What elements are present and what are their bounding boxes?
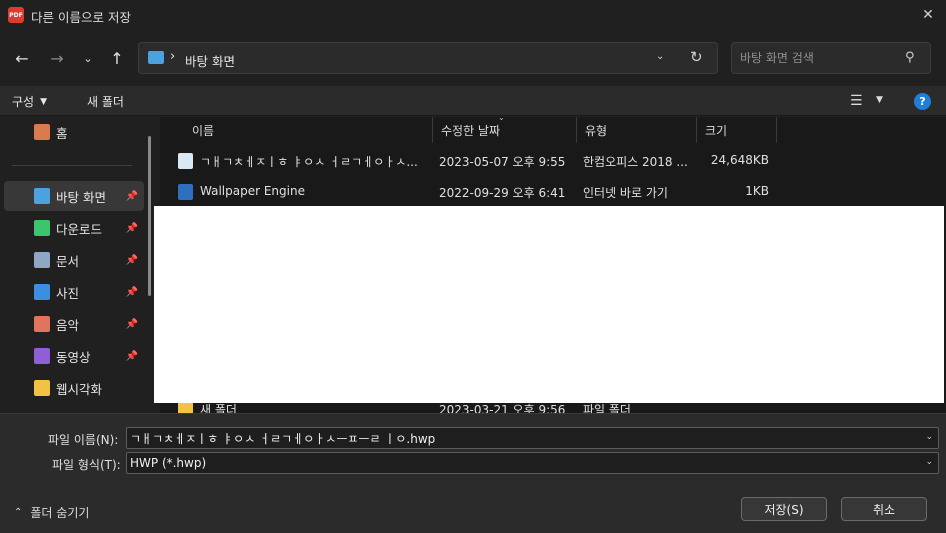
pdf-app-icon: PDF [8, 7, 24, 23]
save-button[interactable]: 저장(S) [741, 497, 827, 521]
chevron-down-icon[interactable]: ⌄ [925, 432, 933, 442]
chevron-up-icon: ⌃ [14, 507, 23, 518]
file-row[interactable]: ㄱㅐㄱㅊㅔㅈㅣㅎ ㅑㅇㅅ ㅓㄹㄱㅔㅇㅏㅅ... 2023-05-07 오후 9:5… [170, 146, 780, 176]
pin-icon[interactable]: 📌 [126, 287, 138, 298]
pin-icon[interactable]: 📌 [126, 191, 138, 202]
column-header-modified[interactable]: 수정한 날짜 [433, 117, 577, 143]
sidebar-item-label: 바탕 화면 [56, 189, 106, 205]
search-box[interactable]: ⚲ [731, 42, 931, 74]
filetype-label: 파일 형식(T): [52, 458, 121, 472]
shortcut-icon [178, 184, 193, 200]
hwp-file-icon [178, 153, 193, 169]
sidebar-item-label: 사진 [56, 285, 80, 301]
chevron-down-icon: ▼ [40, 96, 48, 107]
address-path[interactable]: 바탕 화면 [185, 51, 235, 70]
filename-combobox[interactable]: ⌄ [126, 427, 939, 449]
forward-button[interactable]: → [45, 46, 69, 70]
sidebar-item[interactable]: 음악 📌 [4, 309, 144, 339]
app-badge-text: PDF [9, 11, 23, 19]
organize-button[interactable]: 구성 ▼ [12, 93, 47, 110]
arrow-up-icon: ↑ [110, 48, 124, 68]
desktop-icon [34, 188, 50, 204]
file-type: 한컴오피스 2018 ... [583, 155, 688, 169]
pin-icon[interactable]: 📌 [126, 319, 138, 330]
filetype-value[interactable] [130, 455, 910, 471]
file-name: Wallpaper Engine [200, 184, 305, 198]
file-name: ㄱㅐㄱㅊㅔㅈㅣㅎ ㅑㅇㅅ ㅓㄹㄱㅔㅇㅏㅅ... [200, 155, 418, 169]
organize-label: 구성 [12, 95, 35, 109]
up-button[interactable]: ↑ [105, 46, 129, 70]
sidebar-item-label: 문서 [56, 253, 80, 269]
new-folder-button[interactable]: 새 폴더 [87, 93, 124, 110]
hide-folders-toggle[interactable]: ⌃ 폴더 숨기기 [14, 504, 89, 521]
sidebar-item[interactable]: 동영상 📌 [4, 341, 144, 371]
picture-icon [34, 284, 50, 300]
help-icon[interactable]: ? [914, 93, 931, 110]
arrow-right-icon: → [50, 48, 64, 68]
folder-icon [34, 380, 50, 396]
document-icon [34, 252, 50, 268]
file-size: 1KB [745, 184, 769, 198]
close-button[interactable]: ✕ [916, 5, 940, 25]
sidebar-item-label: 홈 [56, 125, 68, 141]
hide-folders-label: 폴더 숨기기 [30, 506, 90, 520]
filename-label: 파일 이름(N): [48, 433, 119, 447]
music-icon [34, 316, 50, 332]
sidebar-item[interactable]: 사진 📌 [4, 277, 144, 307]
column-header-size[interactable]: 크기 [697, 117, 777, 143]
back-button[interactable]: ← [10, 46, 34, 70]
sidebar-item-label: 웹시각화 [56, 381, 103, 397]
sidebar-divider [12, 165, 132, 166]
chevron-down-icon[interactable]: ⌄ [656, 51, 664, 62]
sort-caret-icon: ⌄ [498, 113, 505, 122]
occluded-region [154, 206, 944, 403]
pin-icon[interactable]: 📌 [126, 351, 138, 362]
chevron-down-icon: ⌄ [83, 51, 93, 65]
search-input[interactable] [740, 49, 900, 67]
pin-icon[interactable]: 📌 [126, 223, 138, 234]
cancel-button[interactable]: 취소 [841, 497, 927, 521]
download-icon [34, 220, 50, 236]
chevron-down-icon[interactable]: ▼ [876, 95, 883, 105]
sidebar-item-label: 다운로드 [56, 221, 103, 237]
chevron-right-icon[interactable]: › [170, 49, 175, 64]
refresh-icon[interactable]: ↻ [690, 48, 703, 66]
close-icon: ✕ [922, 7, 934, 23]
view-options-icon[interactable]: ☰ [850, 93, 863, 109]
window-title: 다른 이름으로 저장 [31, 10, 131, 25]
sidebar-item[interactable]: 웹시각화 [4, 373, 144, 403]
column-header-type[interactable]: 유형 [577, 117, 697, 143]
filename-input[interactable] [130, 430, 910, 446]
file-modified: 2023-05-07 오후 9:55 [439, 155, 566, 169]
recent-locations-button[interactable]: ⌄ [76, 46, 100, 70]
video-icon [34, 348, 50, 364]
file-type: 인터넷 바로 가기 [583, 186, 668, 200]
pin-icon[interactable]: 📌 [126, 255, 138, 266]
sidebar-item-label: 동영상 [56, 349, 91, 365]
sidebar-item[interactable]: 다운로드 📌 [4, 213, 144, 243]
sidebar-item-label: 음악 [56, 317, 80, 333]
sidebar-scrollbar[interactable] [148, 136, 151, 296]
arrow-left-icon: ← [15, 48, 29, 68]
sidebar-item[interactable]: 바탕 화면 📌 [4, 181, 144, 211]
search-icon[interactable]: ⚲ [905, 50, 915, 65]
column-header-name[interactable]: 이름 [184, 117, 433, 143]
title-bar [0, 0, 946, 30]
chevron-down-icon[interactable]: ⌄ [925, 457, 933, 467]
file-size: 24,648KB [710, 153, 769, 167]
file-modified: 2022-09-29 오후 6:41 [439, 186, 566, 200]
command-bar [0, 86, 946, 116]
desktop-icon [148, 51, 164, 64]
address-bar[interactable]: › 바탕 화면 ⌄ ↻ [138, 42, 718, 74]
filetype-select[interactable]: ⌄ [126, 452, 939, 474]
file-row[interactable]: Wallpaper Engine 2022-09-29 오후 6:41 인터넷 바로… [170, 177, 780, 207]
sidebar-item[interactable]: 문서 📌 [4, 245, 144, 275]
home-icon [34, 124, 50, 140]
sidebar-item-home[interactable]: 홈 [4, 117, 144, 147]
